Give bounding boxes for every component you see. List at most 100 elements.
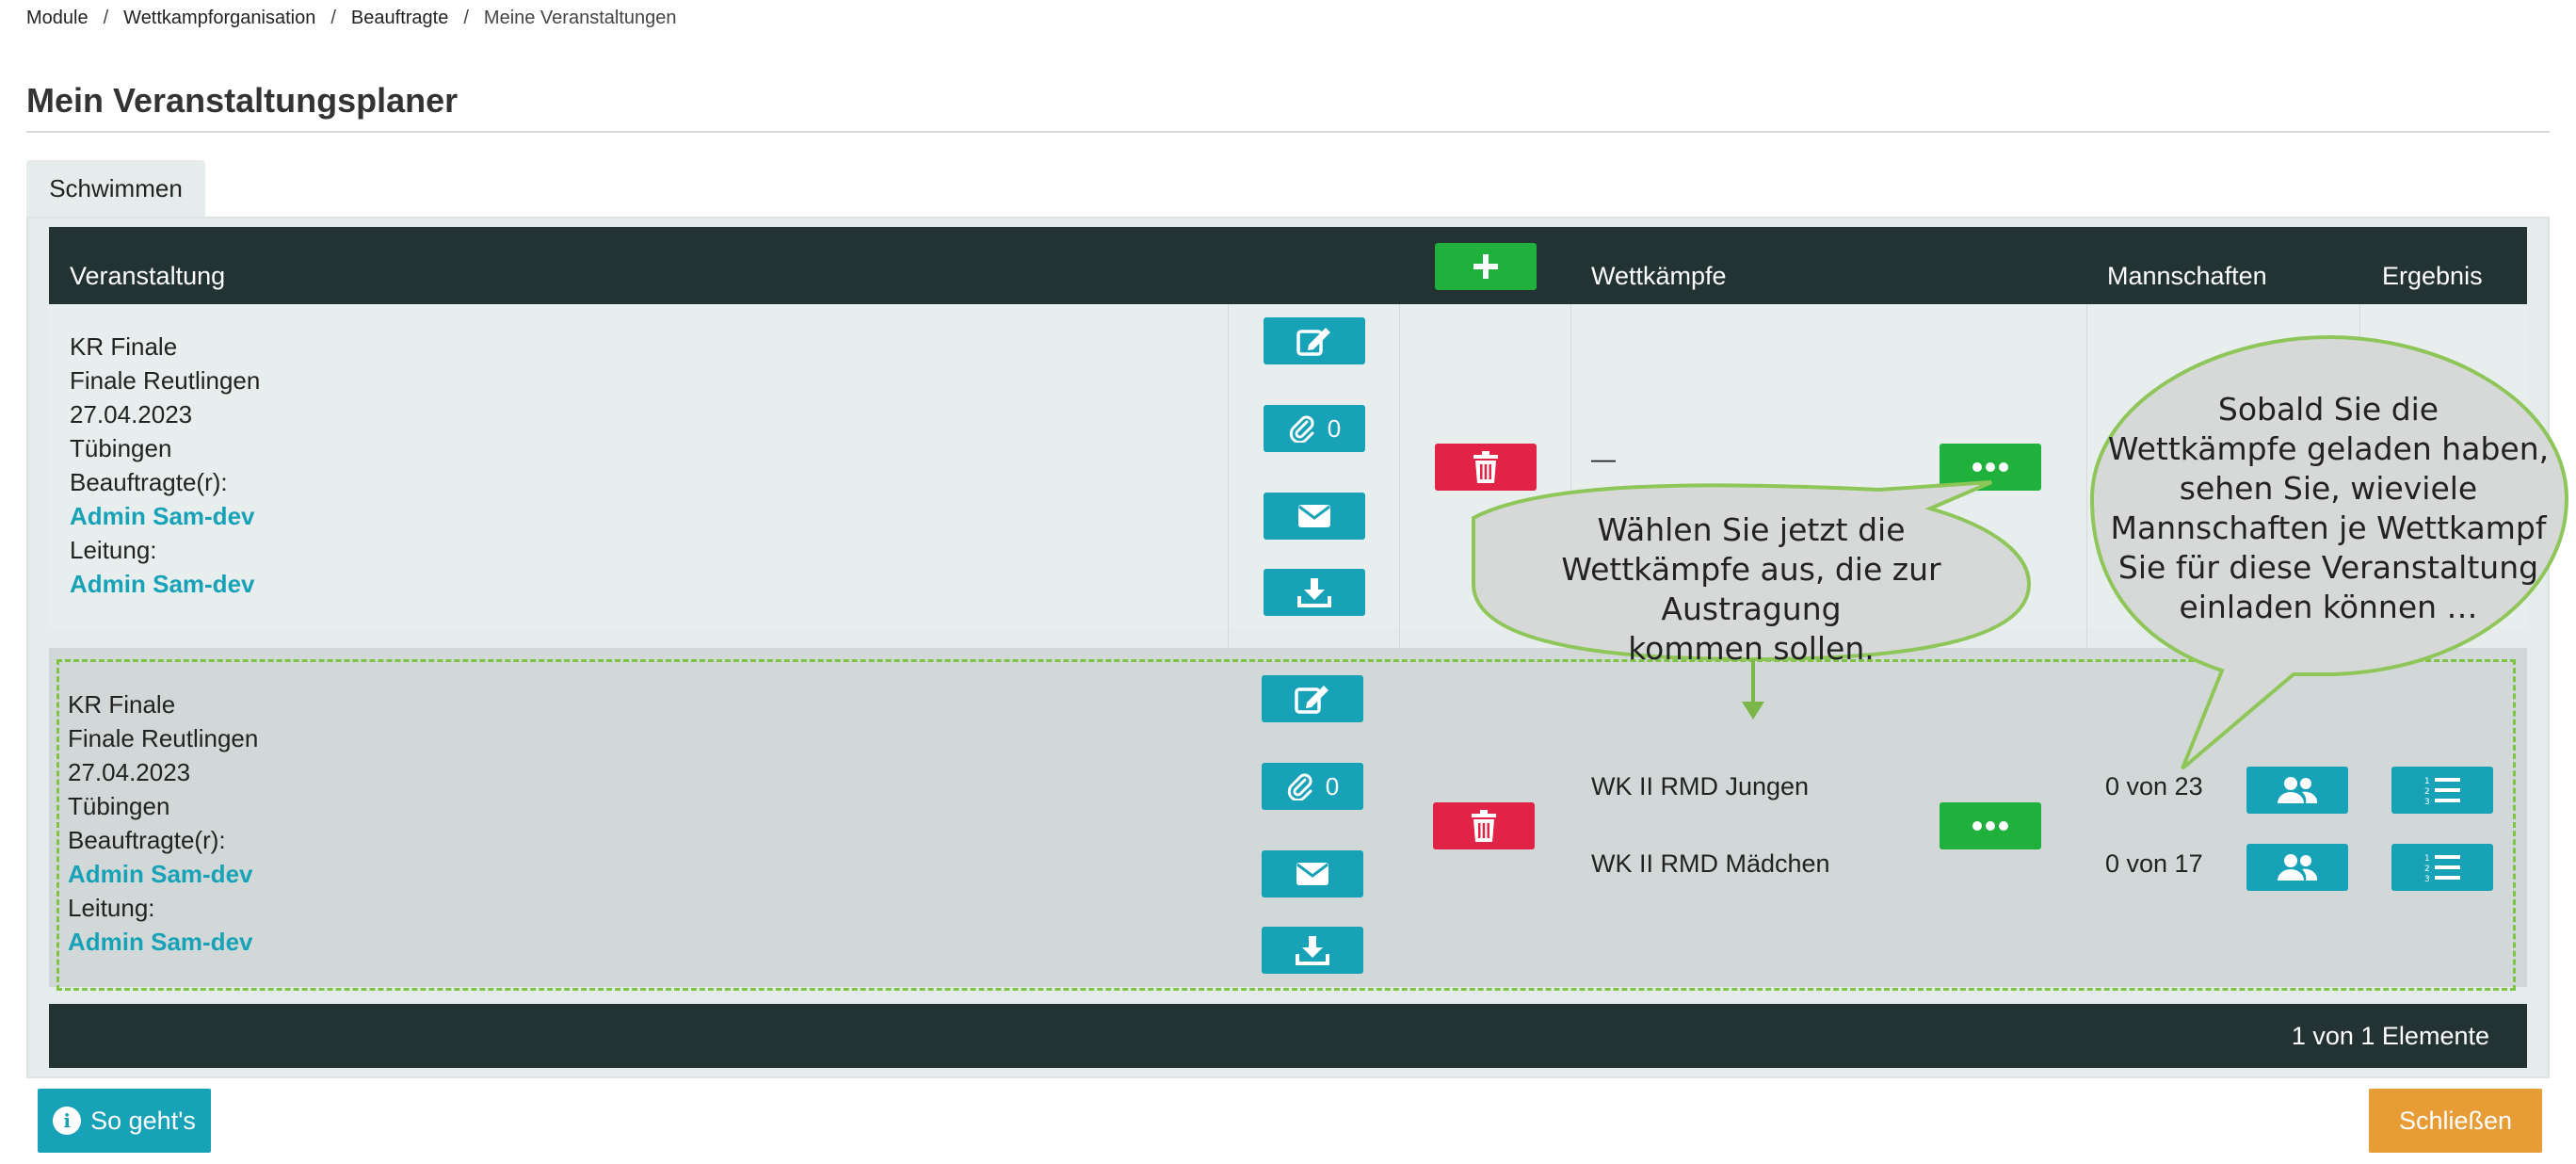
- breadcrumb-separator: /: [463, 8, 469, 28]
- download-button[interactable]: [1264, 569, 1365, 616]
- breadcrumb-separator: /: [103, 8, 109, 28]
- invite-teams-button[interactable]: [2246, 767, 2348, 814]
- column-header-mannschaften[interactable]: Mannschaften: [2107, 227, 2267, 304]
- info-icon: i: [53, 1107, 82, 1135]
- callout-right-text: Sobald Sie die Wettkämpfe geladen haben,…: [2098, 390, 2559, 627]
- breadcrumb: Module / Wettkampforganisation / Beauftr…: [26, 8, 677, 29]
- callout-right-line: sehen Sie, wieviele: [2179, 470, 2478, 507]
- how-it-works-label: So geht's: [90, 1106, 196, 1135]
- delete-button[interactable]: [1433, 802, 1535, 849]
- veranstaltung-event: Finale Reutlingen: [68, 724, 259, 752]
- column-header-veranstaltung[interactable]: Veranstaltung: [70, 227, 225, 304]
- beauftragte-link[interactable]: Admin Sam-dev: [68, 857, 258, 891]
- column-divider: [2086, 304, 2087, 987]
- email-button[interactable]: [1262, 850, 1363, 897]
- svg-text:1: 1: [2424, 777, 2430, 786]
- callout-left-text: Wählen Sie jetzt die Wettkämpfe aus, die…: [1486, 510, 2017, 669]
- plus-icon: [1473, 254, 1498, 279]
- callout-right-line: Sobald Sie die: [2217, 391, 2439, 428]
- select-wettkaempfe-button[interactable]: [1940, 444, 2041, 491]
- trash-icon: [1473, 451, 1498, 483]
- attachments-button[interactable]: 0: [1264, 405, 1365, 452]
- title-divider: [26, 131, 2550, 133]
- breadcrumb-separator: /: [330, 8, 336, 28]
- results-button[interactable]: 123: [2391, 767, 2493, 814]
- download-icon: [1296, 936, 1329, 965]
- column-divider: [1399, 304, 1400, 987]
- close-label: Schließen: [2398, 1106, 2513, 1135]
- svg-text:2: 2: [2424, 787, 2430, 797]
- edit-button[interactable]: [1262, 675, 1363, 722]
- column-header-wettkaempfe[interactable]: Wettkämpfe: [1591, 227, 1727, 304]
- envelope-icon: [1298, 505, 1330, 527]
- veranstaltung-info: KR Finale Finale Reutlingen 27.04.2023 T…: [68, 687, 258, 959]
- tab-schwimmen[interactable]: Schwimmen: [26, 160, 205, 217]
- wettkaempfe-empty: —: [1591, 445, 1616, 473]
- leitung-label: Leitung:: [68, 894, 155, 922]
- users-icon: [2278, 777, 2318, 803]
- breadcrumb-module[interactable]: Module: [26, 8, 89, 29]
- edit-icon: [1296, 328, 1330, 356]
- how-it-works-button[interactable]: i So geht's: [38, 1089, 211, 1153]
- ellipsis-icon: [1972, 821, 2008, 831]
- email-button[interactable]: [1264, 493, 1365, 540]
- callout-right-line: Sie für diese Veranstaltung: [2117, 549, 2539, 586]
- callout-left-line: Wählen Sie jetzt die: [1597, 511, 1906, 548]
- callout-left-line: Wettkämpfe aus, die zur Austragung: [1561, 551, 1941, 627]
- list-ol-icon: 123: [2424, 777, 2460, 805]
- ellipsis-icon: [1972, 462, 2008, 472]
- beauftragte-link[interactable]: Admin Sam-dev: [70, 499, 260, 533]
- paperclip-icon: [1287, 773, 1312, 800]
- veranstaltung-name: KR Finale: [68, 690, 176, 719]
- veranstaltung-date: 27.04.2023: [68, 758, 191, 786]
- add-veranstaltung-button[interactable]: [1435, 243, 1537, 290]
- wettkampf-name: WK II RMD Mädchen: [1591, 849, 1830, 878]
- table-footer: 1 von 1 Elemente: [49, 1004, 2527, 1068]
- attachments-count: 0: [1327, 413, 1342, 443]
- svg-text:1: 1: [2424, 854, 2430, 864]
- callout-right-line: Mannschaften je Wettkampf: [2110, 509, 2547, 546]
- paperclip-icon: [1289, 415, 1314, 443]
- attachments-count: 0: [1325, 771, 1340, 800]
- veranstaltung-place: Tübingen: [70, 434, 172, 462]
- column-header-ergebnis[interactable]: Ergebnis: [2382, 227, 2483, 304]
- leitung-link[interactable]: Admin Sam-dev: [70, 567, 260, 601]
- list-ol-icon: 123: [2424, 854, 2460, 882]
- callout-right-line: Wettkämpfe geladen haben,: [2107, 430, 2550, 467]
- mannschaften-count: 0 von 17: [2105, 849, 2203, 878]
- delete-button[interactable]: [1435, 444, 1537, 491]
- select-wettkaempfe-button[interactable]: [1940, 802, 2041, 849]
- beauftragte-label: Beauftragte(r):: [68, 826, 226, 854]
- edit-button[interactable]: [1264, 317, 1365, 364]
- breadcrumb-wettkampforganisation[interactable]: Wettkampforganisation: [123, 8, 315, 29]
- results-button[interactable]: 123: [2391, 844, 2493, 891]
- trash-icon: [1472, 810, 1496, 842]
- column-divider: [1228, 304, 1229, 987]
- svg-text:3: 3: [2424, 798, 2430, 805]
- breadcrumb-beauftragte[interactable]: Beauftragte: [351, 8, 448, 29]
- users-icon: [2278, 854, 2318, 881]
- download-button[interactable]: [1262, 927, 1363, 974]
- veranstaltung-date: 27.04.2023: [70, 400, 193, 428]
- envelope-icon: [1296, 863, 1328, 885]
- wettkampf-name: WK II RMD Jungen: [1591, 772, 1810, 800]
- leitung-link[interactable]: Admin Sam-dev: [68, 925, 258, 959]
- attachments-button[interactable]: 0: [1262, 763, 1363, 810]
- callout-left-line: kommen sollen.: [1628, 630, 1875, 667]
- svg-text:3: 3: [2424, 875, 2430, 882]
- veranstaltung-event: Finale Reutlingen: [70, 366, 261, 395]
- veranstaltung-info: KR Finale Finale Reutlingen 27.04.2023 T…: [70, 330, 260, 601]
- invite-teams-button[interactable]: [2246, 844, 2348, 891]
- edit-icon: [1295, 686, 1328, 714]
- breadcrumb-current: Meine Veranstaltungen: [483, 8, 677, 28]
- svg-text:2: 2: [2424, 865, 2430, 874]
- beauftragte-label: Beauftragte(r):: [70, 468, 228, 496]
- page-title: Mein Veranstaltungsplaner: [26, 81, 459, 120]
- close-button[interactable]: Schließen: [2369, 1089, 2542, 1153]
- pagination-info: 1 von 1 Elemente: [2291, 1021, 2489, 1050]
- veranstaltung-name: KR Finale: [70, 332, 178, 361]
- leitung-label: Leitung:: [70, 536, 157, 564]
- veranstaltung-place: Tübingen: [68, 792, 170, 820]
- mannschaften-count: 0 von 23: [2105, 772, 2203, 800]
- callout-right-line: einladen können …: [2179, 589, 2478, 625]
